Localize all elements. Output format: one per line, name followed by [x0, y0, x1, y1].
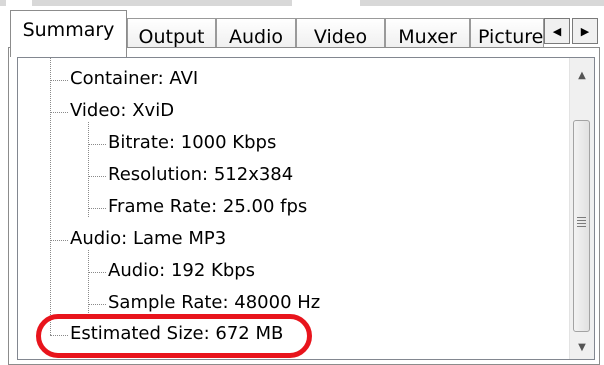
scroll-grip-icon: [577, 217, 586, 227]
scrollbar-thumb[interactable]: [573, 120, 590, 332]
tree-connector: [50, 240, 68, 241]
summary-window: Summary Output Audio Video Muxer Picture…: [0, 0, 604, 365]
tree-connector: [50, 112, 68, 113]
tree-item-estimated-size[interactable]: Estimated Size: 672 MB: [70, 323, 283, 345]
tree-item-bitrate[interactable]: Bitrate: 1000 Kbps: [108, 132, 276, 154]
tree-connector: [50, 335, 68, 336]
tab-scroll-buttons: ◀ ▶: [544, 18, 600, 44]
tab-label: Output: [138, 25, 205, 48]
tab-label: Picture: [478, 25, 544, 48]
tree-item-sample-rate[interactable]: Sample Rate: 48000 Hz: [108, 292, 320, 314]
tree-connector: [88, 208, 106, 209]
tree-connector: [88, 272, 106, 273]
tab-scroll-left-button[interactable]: ◀: [544, 18, 570, 44]
tab-label: Video: [313, 25, 368, 48]
tree-item-container[interactable]: Container: AVI: [70, 68, 198, 90]
scroll-down-button[interactable]: ▼: [570, 334, 594, 359]
edge-fragment: [32, 0, 292, 6]
tab-label: Audio: [228, 25, 283, 48]
triangle-left-icon: ◀: [552, 24, 562, 38]
tree-item-audio[interactable]: Audio: Lame MP3: [70, 228, 226, 250]
tree-item-video[interactable]: Video: XviD: [70, 100, 174, 122]
edge-fragment: [360, 0, 604, 6]
tab-label: Summary: [22, 19, 115, 41]
tree-connector: [50, 58, 51, 335]
tree-item-audio-bitrate[interactable]: Audio: 192 Kbps: [108, 260, 255, 282]
edge-fragment: [0, 0, 6, 6]
scroll-up-arrow-icon: ▲: [578, 69, 586, 81]
tree-connector: [88, 122, 89, 217]
tree-connector: [88, 304, 106, 305]
tree-item-frame-rate[interactable]: Frame Rate: 25.00 fps: [108, 196, 307, 218]
scroll-up-button[interactable]: ▲: [570, 62, 594, 88]
tab-scroll-right-button[interactable]: ▶: [572, 18, 598, 44]
summary-panel: Container: AVI Video: XviD Bitrate: 1000…: [8, 47, 600, 365]
tab-summary[interactable]: Summary: [10, 10, 127, 57]
tree-connector: [88, 176, 106, 177]
scroll-down-arrow-icon: ▼: [578, 341, 586, 353]
triangle-right-icon: ▶: [580, 24, 590, 38]
top-edge: [0, 0, 604, 8]
tree-item-resolution[interactable]: Resolution: 512x384: [108, 164, 293, 186]
tree-content: Container: AVI Video: XviD Bitrate: 1000…: [18, 58, 568, 359]
tab-label: Muxer: [398, 25, 457, 48]
tree-connector: [88, 144, 106, 145]
summary-tree-view[interactable]: Container: AVI Video: XviD Bitrate: 1000…: [17, 57, 595, 360]
vertical-scrollbar[interactable]: ▲ ▼: [569, 58, 594, 359]
tree-connector: [50, 80, 68, 81]
